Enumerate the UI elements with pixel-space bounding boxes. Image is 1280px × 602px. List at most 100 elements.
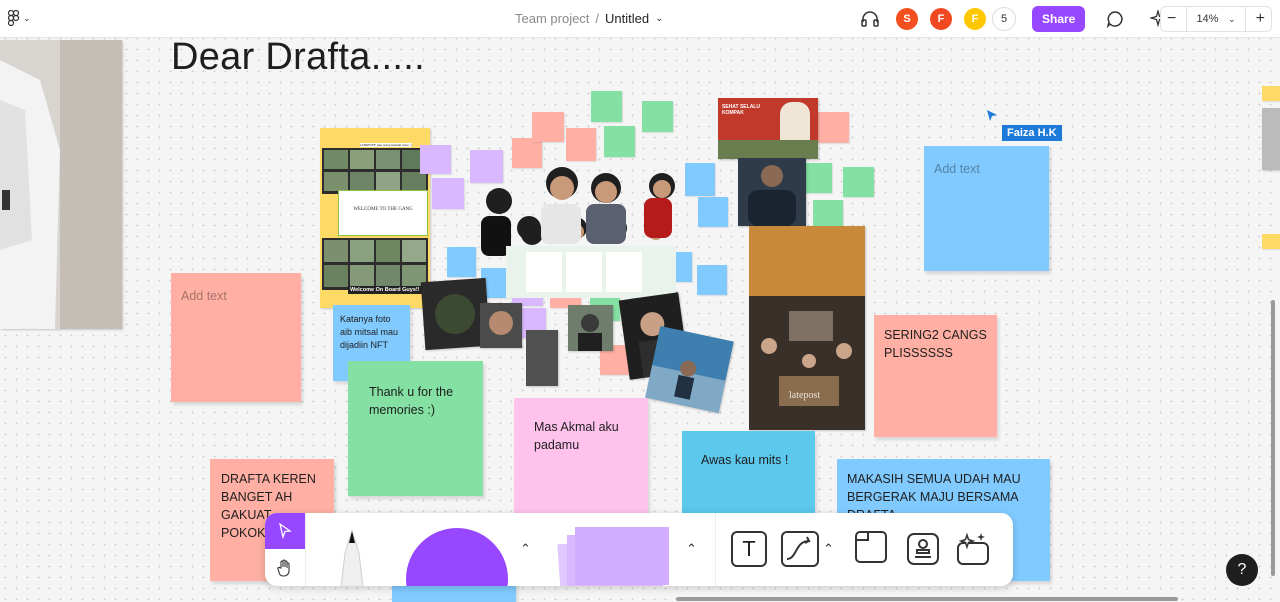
person-photo-icon	[645, 360, 726, 413]
mini-sticky-note[interactable]	[604, 126, 635, 157]
stamp-icon	[907, 533, 939, 565]
breadcrumb-separator: /	[595, 11, 600, 26]
zoom-grid-top	[322, 148, 428, 194]
sticky-note-add-text-left[interactable]: Add text	[171, 273, 301, 402]
sticky-note-sering[interactable]: SERING2 CANGS PLISSSSSS	[874, 315, 997, 437]
sticky-note-add-text-right[interactable]: Add text	[924, 146, 1049, 271]
avatar[interactable]: S	[896, 8, 918, 30]
mini-sticky-note[interactable]	[1262, 234, 1280, 249]
glasses-selfie-photo[interactable]	[480, 303, 522, 348]
zoom-collage-frame[interactable]: LATEPOST! tapi orang tambah rame :) WELC…	[320, 128, 430, 308]
main-menu-button[interactable]: ⌄	[8, 10, 31, 26]
mini-sticky-note[interactable]	[843, 167, 874, 197]
collaborator-count[interactable]: 5	[992, 7, 1016, 31]
vertical-scrollbar[interactable]	[1271, 300, 1275, 576]
portrait-photo[interactable]	[526, 330, 558, 386]
person-photo-icon	[0, 40, 122, 329]
selfie-photo[interactable]	[738, 158, 806, 226]
beach-portrait-photo[interactable]	[645, 326, 734, 413]
avatar[interactable]: F	[964, 8, 986, 30]
stamp-tool[interactable]	[905, 531, 941, 572]
photo-bottom-strip	[718, 140, 818, 159]
mini-sticky-note[interactable]	[432, 178, 464, 209]
mini-sticky-note[interactable]	[591, 91, 622, 122]
mini-sticky-note[interactable]	[420, 145, 451, 174]
zoom-in-button[interactable]: +	[1256, 10, 1265, 28]
connector-arrow-icon	[786, 536, 811, 560]
zoom-header-caption: LATEPOST! tapi orang tambah rame :)	[360, 143, 412, 147]
zoom-control: − 14% ⌄ +	[1160, 6, 1272, 32]
audio-headphones-icon[interactable]	[858, 7, 882, 31]
breadcrumb: Team project / Untitled ⌄	[515, 11, 664, 26]
shape-tool[interactable]	[405, 527, 509, 586]
group-photo[interactable]	[466, 156, 692, 298]
share-button[interactable]: Share	[1032, 6, 1086, 32]
connector-tool[interactable]	[781, 531, 819, 567]
zoom-out-button[interactable]: −	[1167, 10, 1176, 28]
sticky-placeholder: Add text	[181, 289, 227, 303]
file-name[interactable]: Untitled	[605, 11, 649, 26]
mini-sticky-note[interactable]	[532, 112, 564, 142]
sticky-options-chevron-icon[interactable]: ⌃	[686, 541, 697, 557]
mini-sticky-note[interactable]	[642, 101, 673, 132]
text-t-icon: T	[742, 537, 756, 561]
video-call-grid-icon	[324, 150, 426, 191]
pointer-icon	[279, 523, 292, 539]
circle-shape-icon	[406, 528, 508, 586]
actions-tool[interactable]	[955, 531, 991, 572]
person-photo	[780, 102, 810, 142]
sticky-placeholder: Add text	[934, 162, 980, 176]
mini-sticky-note[interactable]	[697, 265, 727, 295]
cafe-group-photo[interactable]: latepost	[749, 226, 865, 430]
video-call-grid-icon	[324, 240, 426, 287]
right-edge-photo[interactable]	[1262, 108, 1280, 170]
connector-options-chevron-icon[interactable]: ⌃	[823, 541, 834, 557]
zoom-grid-bottom	[322, 238, 428, 290]
mini-sticky-note[interactable]	[698, 197, 728, 227]
sticky-text: Awas kau mits !	[701, 453, 789, 467]
text-tool[interactable]: T	[731, 531, 767, 567]
left-partial-photo[interactable]	[0, 40, 122, 329]
sticky-note-akmal[interactable]: Mas Akmal aku padamu	[514, 398, 648, 523]
marker-tool[interactable]	[331, 525, 373, 586]
divider	[1245, 6, 1247, 32]
board-title[interactable]: Dear Drafta.....	[171, 36, 425, 79]
mini-sticky-note[interactable]	[818, 112, 849, 143]
collaborator-name-tag: Faiza H.K	[1002, 125, 1062, 141]
bottom-toolbar: ⌃ ⌃ T ⌃	[265, 513, 1013, 586]
help-button[interactable]: ?	[1226, 554, 1258, 586]
move-tool[interactable]	[265, 513, 305, 549]
section-tool[interactable]	[855, 531, 887, 563]
sticky-note-awas[interactable]: Awas kau mits !	[682, 431, 815, 521]
file-menu-chevron-icon[interactable]: ⌄	[655, 13, 663, 24]
zoom-level[interactable]: 14%	[1196, 13, 1218, 25]
sticky-text: Mas Akmal aku padamu	[534, 420, 619, 452]
banner-photo[interactable]: SEHAT SELALU KOMPAK	[718, 98, 818, 159]
hand-tool[interactable]	[265, 550, 305, 586]
project-name[interactable]: Team project	[515, 11, 589, 26]
avatar[interactable]: F	[930, 8, 952, 30]
mini-sticky-note[interactable]	[802, 163, 832, 193]
person-photo-icon	[489, 311, 513, 335]
sticky-note-memories[interactable]: Thank u for the memories :)	[348, 361, 483, 496]
chevron-down-icon[interactable]: ⌄	[1228, 14, 1236, 25]
group-people-icon	[481, 167, 676, 298]
top-bar: ⌄ Team project / Untitled ⌄ S F F 5 Shar…	[0, 0, 1280, 38]
comment-icon[interactable]	[1103, 7, 1127, 31]
divider	[1185, 6, 1187, 32]
gang-title: WELCOME TO THE GANG	[353, 207, 413, 212]
welcome-gang-card: WELCOME TO THE GANG	[338, 190, 428, 236]
chevron-down-icon: ⌄	[23, 12, 31, 23]
sticky-tool[interactable]	[557, 527, 675, 586]
horizontal-scrollbar[interactable]	[676, 597, 1178, 601]
shape-options-chevron-icon[interactable]: ⌃	[520, 541, 531, 557]
sticky-text: Katanya foto aib mitsal mau dijadiin NFT	[340, 314, 399, 350]
hand-icon	[277, 559, 290, 577]
mini-sticky-note[interactable]	[1262, 86, 1280, 101]
sparkle-widget-icon	[957, 532, 989, 565]
sticky-stack-icon	[557, 527, 669, 586]
sticky-text: SERING2 CANGS PLISSSSSS	[884, 328, 987, 360]
banner-text: SEHAT SELALU KOMPAK	[722, 104, 760, 116]
mini-sticky-note[interactable]	[813, 200, 843, 228]
outdoor-photo[interactable]	[568, 305, 613, 351]
